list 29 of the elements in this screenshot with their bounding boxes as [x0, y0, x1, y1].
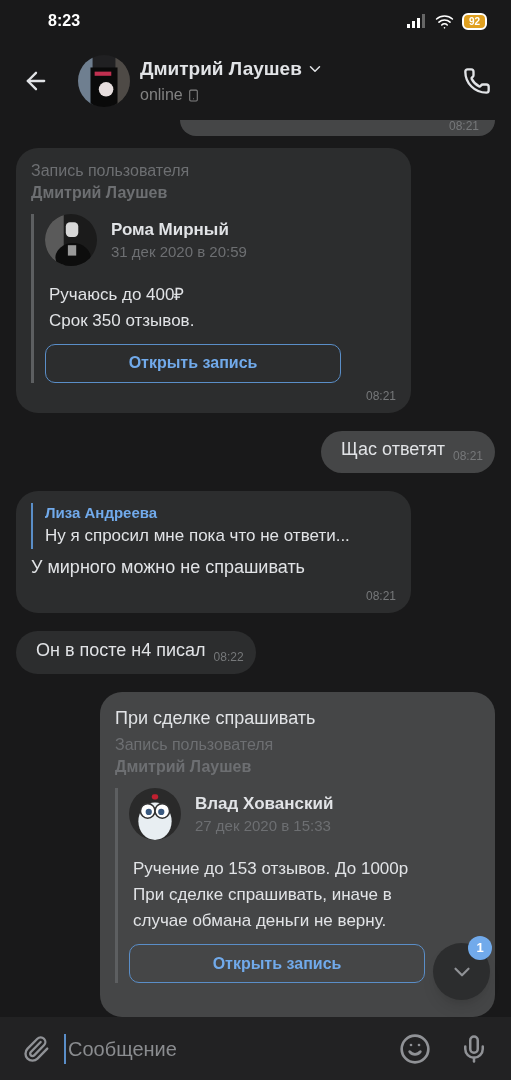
contact-status: online [140, 85, 183, 106]
reply-text: Ну я спросил мне пока что не ответи... [45, 525, 351, 548]
signal-icon [406, 14, 427, 28]
message-composer[interactable]: Сообщение [0, 1017, 511, 1080]
post-text: Ручаюсь до 400₽ Срок 350 отзывов. [49, 283, 196, 332]
attach-icon[interactable] [22, 1034, 50, 1063]
post-text: Ручение до 153 отзывов. До 1000р При сделке спрашивать, иначе в случае обмана деньги не верну. [133, 858, 410, 932]
post-caption: Запись пользователя [31, 160, 191, 181]
reply-author: Лиза Андреева [45, 503, 159, 524]
status-time: 8:23 [48, 11, 81, 31]
open-post-button[interactable]: Открыть запись [129, 944, 425, 983]
post-author: Рома Мирный [111, 218, 230, 241]
phone-device-icon [186, 88, 200, 102]
contact-name[interactable]: Дмитрий Лаушев [140, 54, 302, 84]
message-text: У мирного можно не спрашивать [31, 556, 306, 580]
message-time: 08:22 [213, 649, 244, 666]
post-date: 31 дек 2020 в 20:59 [111, 241, 247, 262]
message-time: 08:21 [365, 387, 396, 405]
open-post-button[interactable]: Открыть запись [45, 343, 341, 383]
call-icon[interactable] [463, 67, 491, 95]
message-input[interactable]: Сообщение [64, 1033, 385, 1064]
message-text: Он в посте н4 писал [36, 639, 206, 662]
emoji-icon[interactable] [399, 1032, 431, 1065]
message-text: Щас ответят [341, 438, 445, 462]
post-author: Влад Хованский [195, 793, 334, 815]
post-owner: Дмитрий Лаушев [31, 182, 169, 203]
message-text: При сделке спрашивать [115, 707, 317, 730]
message-time: 08:21 [365, 588, 396, 606]
battery-indicator: 92 [461, 12, 487, 30]
